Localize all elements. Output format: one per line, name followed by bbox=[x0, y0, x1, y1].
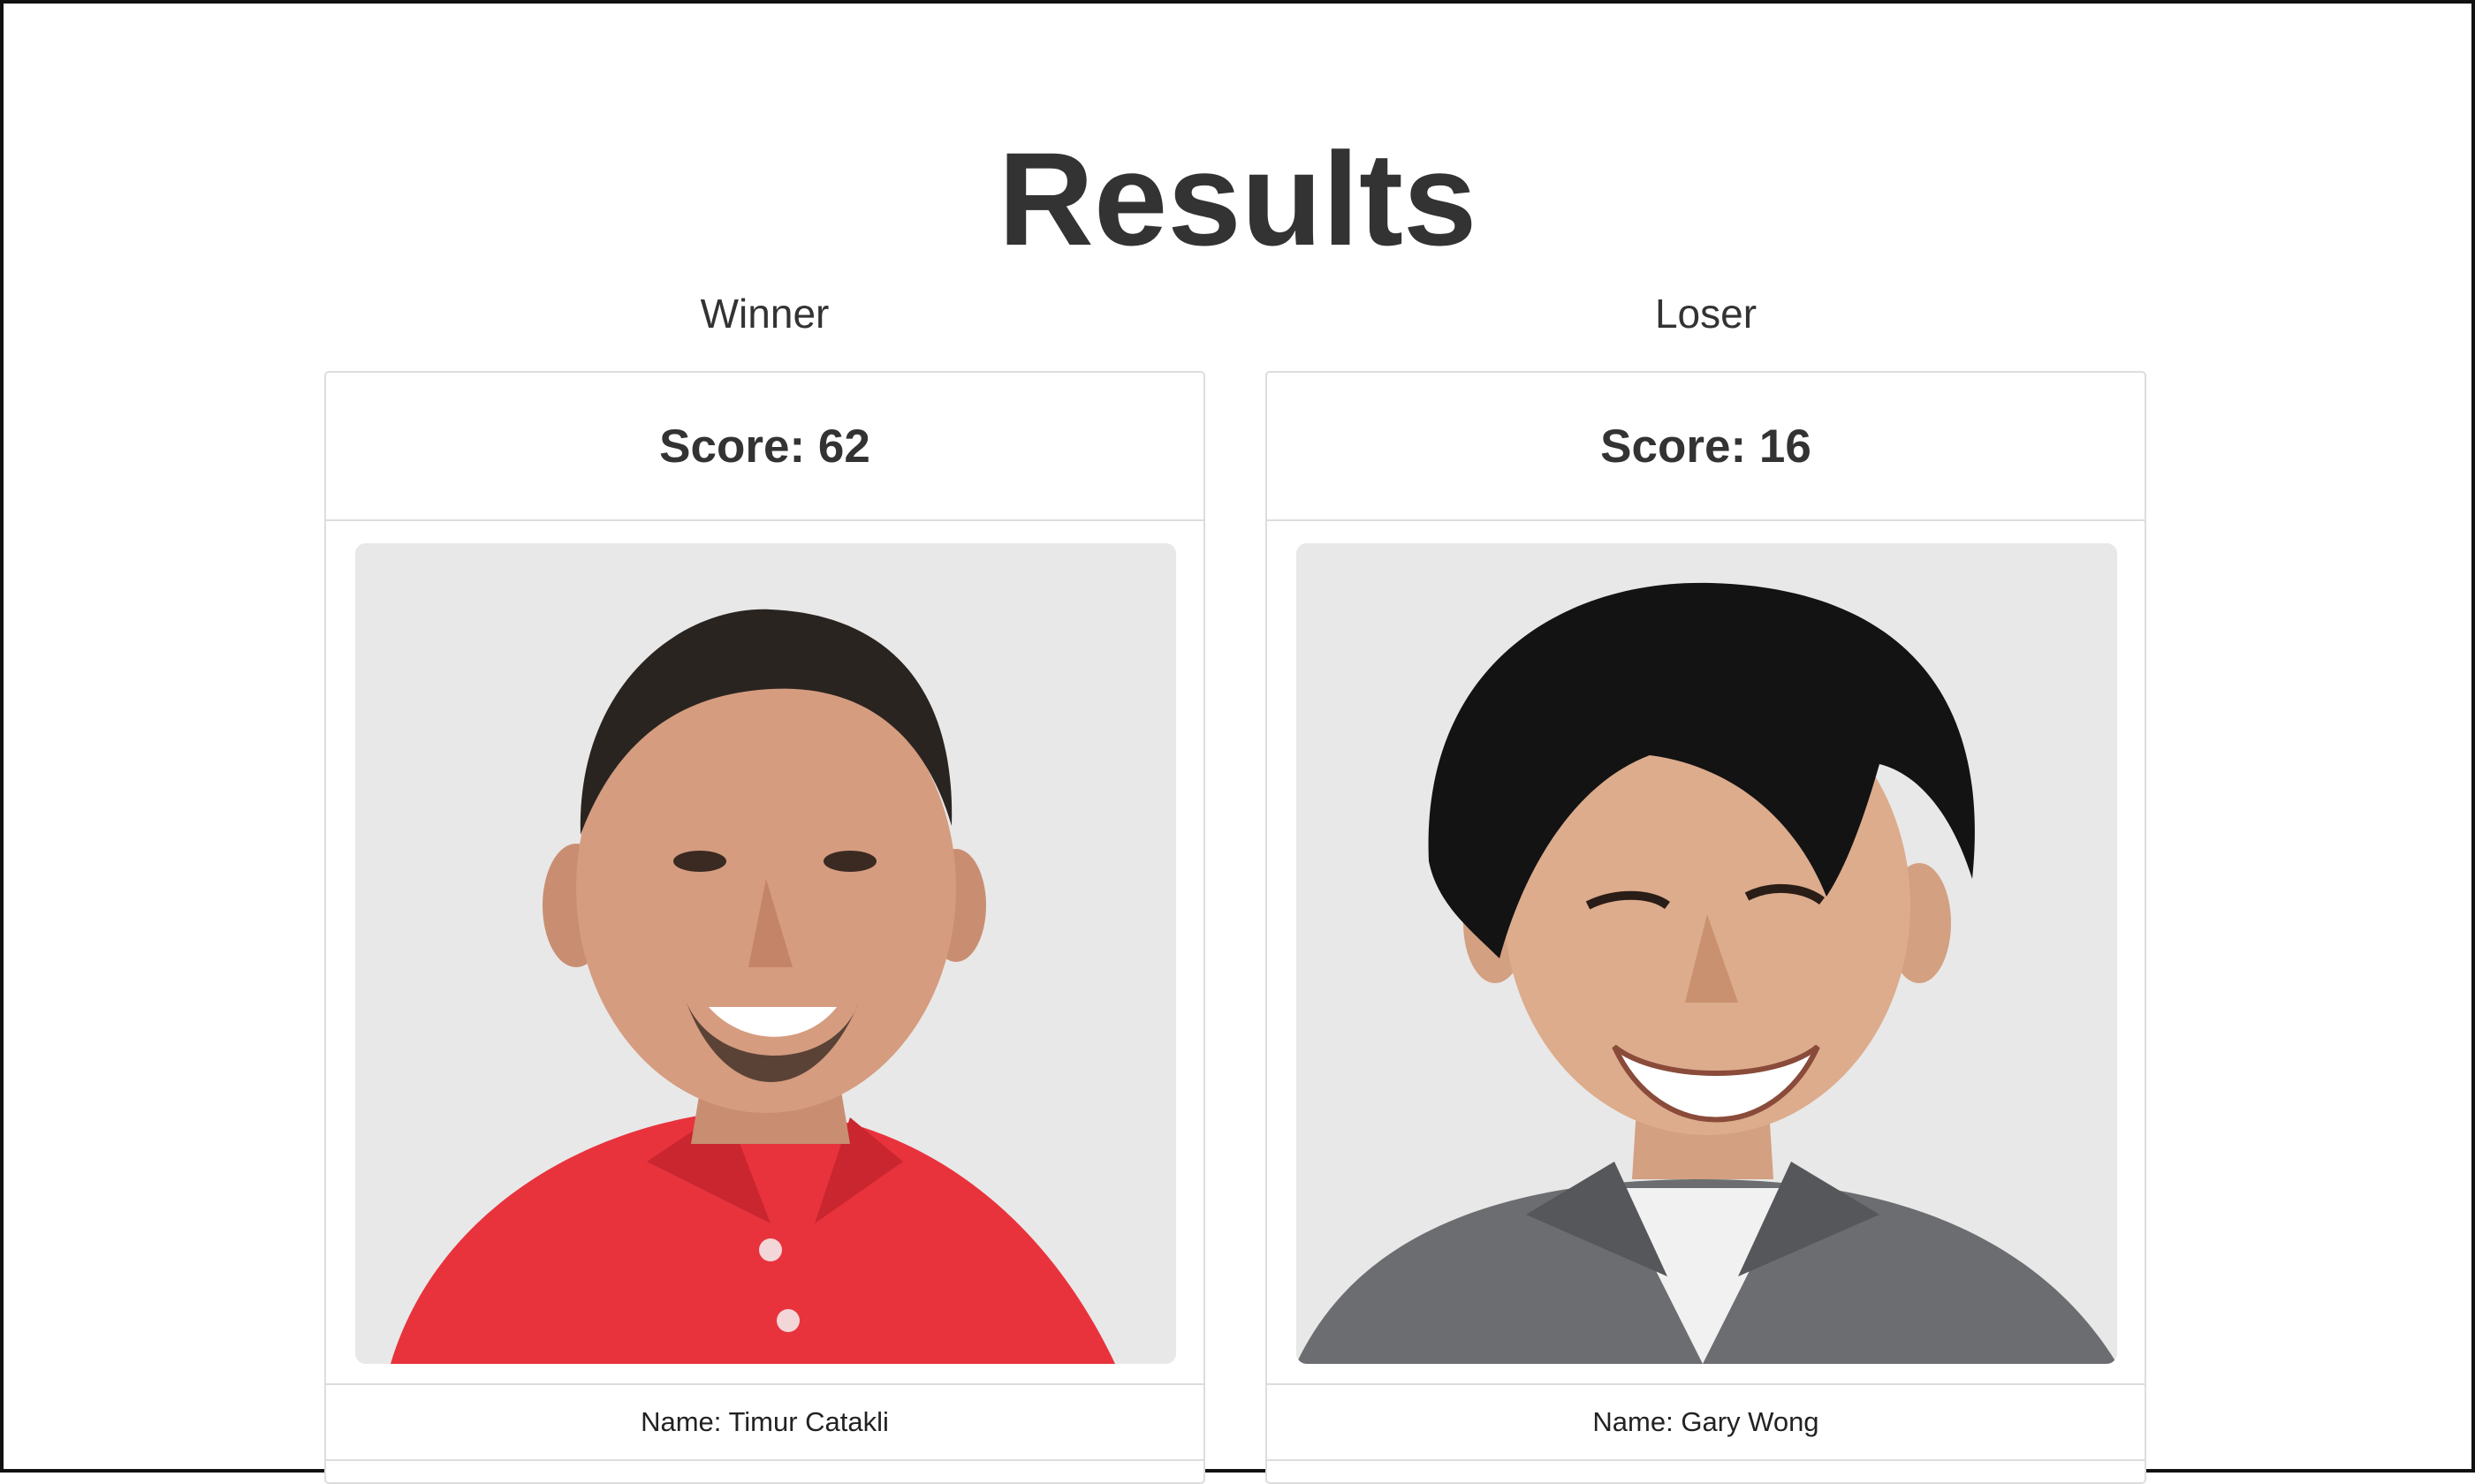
loser-card: Score: 16 Name: Gary Wong bbox=[1265, 371, 2146, 1484]
winner-name: Name: Timur Catakli bbox=[326, 1383, 1203, 1461]
loser-score: Score: 16 bbox=[1267, 373, 2145, 521]
loser-photo[interactable] bbox=[1296, 543, 2117, 1364]
winner-card: Score: 62 Name: Timur Catakli bbox=[324, 371, 1205, 1484]
winner-score: Score: 62 bbox=[326, 373, 1203, 521]
person-portrait-icon bbox=[355, 543, 1176, 1364]
page-title: Results bbox=[998, 125, 1477, 273]
loser-label: Loser bbox=[1654, 291, 1758, 337]
person-portrait-icon bbox=[1296, 543, 2117, 1364]
loser-name: Name: Gary Wong bbox=[1267, 1383, 2145, 1461]
winner-photo[interactable] bbox=[355, 543, 1176, 1364]
winner-label: Winner bbox=[700, 291, 830, 337]
